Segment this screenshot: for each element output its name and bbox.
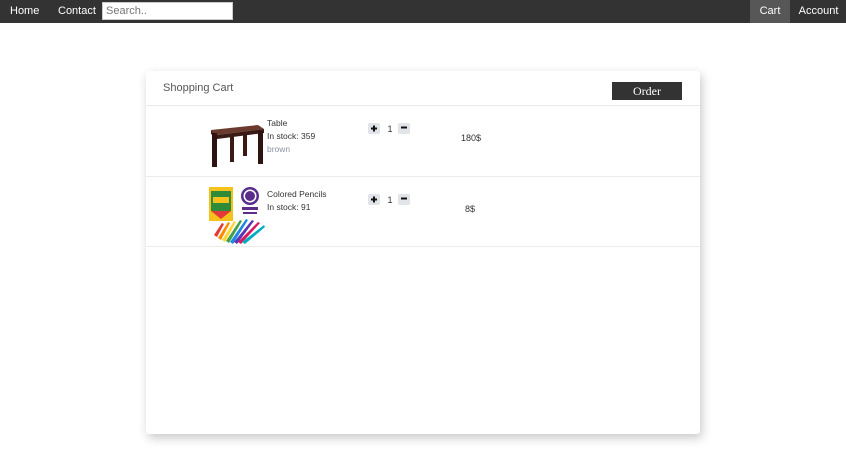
wooden-table-image [211, 125, 264, 167]
product-stock: In stock: 359 [267, 131, 316, 141]
cart-item-row: Colored Pencils In stock: 91 1 8$ [146, 176, 700, 247]
quantity-value: 1 [387, 124, 393, 134]
product-name: Colored Pencils [267, 189, 327, 199]
product-color: brown [267, 144, 291, 154]
nav-home-link[interactable]: Home [1, 0, 48, 23]
nav-account-link[interactable]: Account [791, 0, 846, 23]
product-info: Colored Pencils In stock: 91 [267, 188, 327, 214]
product-name: Table [267, 118, 288, 128]
item-price: 180$ [460, 133, 482, 143]
nav-contact-link[interactable]: Contact [49, 0, 105, 23]
increase-quantity-button[interactable] [368, 123, 380, 134]
cart-header: Shopping Cart Order [146, 71, 700, 106]
increase-quantity-button[interactable] [368, 194, 380, 205]
cart-item-row: Table In stock: 359 brown 1 180$ [146, 106, 700, 177]
decrease-quantity-button[interactable] [398, 123, 410, 134]
shopping-cart-panel: Shopping Cart Order Table In stock: 359 … [146, 71, 700, 434]
colored-pencils-box-image [209, 187, 265, 244]
decrease-quantity-button[interactable] [398, 194, 410, 205]
top-navigation: Home Contact Cart Account [0, 0, 846, 23]
product-stock: In stock: 91 [267, 202, 311, 212]
nav-cart-link[interactable]: Cart [750, 0, 790, 23]
quantity-value: 1 [387, 195, 393, 205]
order-button[interactable]: Order [612, 82, 682, 100]
product-info: Table In stock: 359 brown [267, 117, 315, 156]
item-price: 8$ [464, 204, 475, 214]
search-input[interactable] [102, 2, 233, 20]
cart-title: Shopping Cart [163, 82, 234, 94]
